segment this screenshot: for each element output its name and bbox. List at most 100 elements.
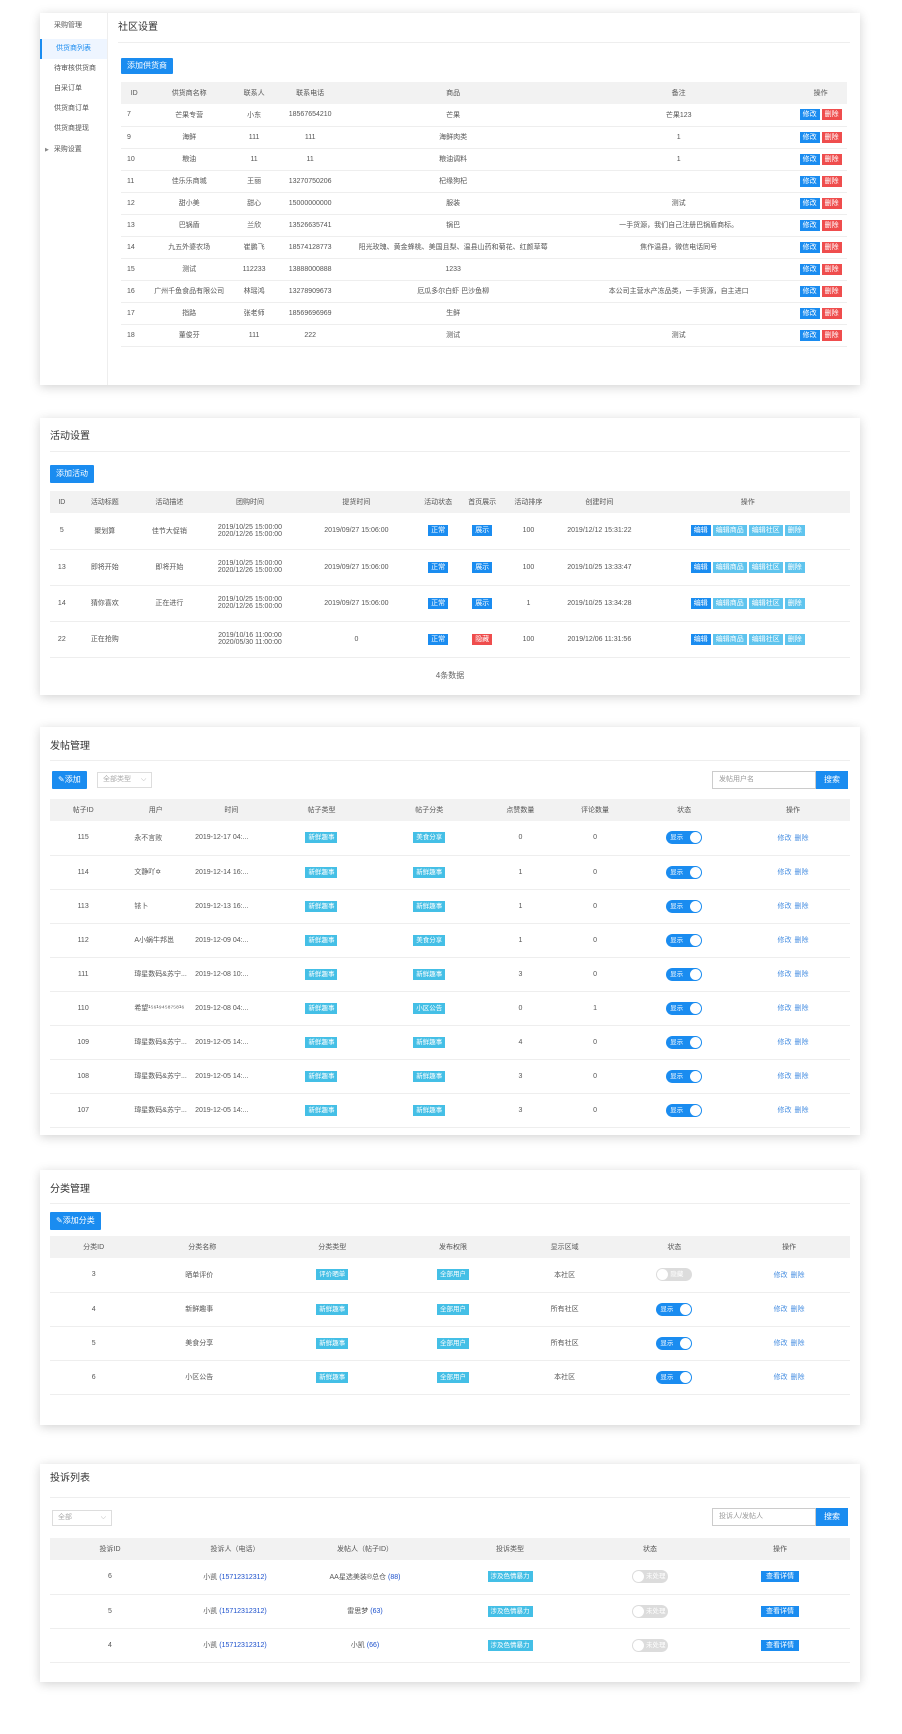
delete-button[interactable]: 删除 (784, 633, 805, 645)
post-search-button[interactable]: 搜索 (816, 771, 848, 789)
status-toggle[interactable]: 显示 (666, 933, 703, 947)
edit-button[interactable]: 修改 (799, 307, 820, 319)
poster-post-id[interactable]: (88) (388, 1574, 400, 1581)
edit-button[interactable]: 编辑 (690, 633, 711, 645)
status-toggle[interactable]: 显示 (666, 1069, 703, 1083)
add-post-button[interactable]: ✎添加 (52, 771, 87, 789)
edit-link[interactable]: 修改 (777, 835, 791, 842)
edit-button[interactable]: 编辑 (690, 597, 711, 609)
sidebar-item[interactable]: 供货商列表 (40, 39, 107, 59)
delete-link[interactable]: 删除 (791, 1374, 805, 1381)
edit-link[interactable]: 修改 (777, 937, 791, 944)
delete-button[interactable]: 删除 (821, 109, 842, 121)
sidebar-item[interactable]: 供货商提现 (40, 119, 107, 139)
edit-button[interactable]: 修改 (799, 109, 820, 121)
status-toggle[interactable]: 显示 (666, 1035, 703, 1049)
edit-button[interactable]: 修改 (799, 131, 820, 143)
sidebar-group-purchase-settings[interactable]: ▶ 采购设置 (40, 139, 107, 161)
add-activity-button[interactable]: 添加活动 (50, 465, 94, 483)
edit-community-button[interactable]: 编辑社区 (748, 633, 783, 645)
sidebar-item[interactable]: 待审核供货商 (40, 59, 107, 79)
delete-button[interactable]: 删除 (821, 153, 842, 165)
edit-link[interactable]: 修改 (777, 869, 791, 876)
delete-link[interactable]: 删除 (794, 869, 808, 876)
edit-button[interactable]: 修改 (799, 263, 820, 275)
edit-button[interactable]: 编辑 (690, 561, 711, 573)
sidebar-item[interactable]: 自采订单 (40, 79, 107, 99)
sidebar-item[interactable]: 供货商订单 (40, 99, 107, 119)
complainant-phone[interactable]: (15712312312) (219, 1608, 267, 1615)
edit-community-button[interactable]: 编辑社区 (748, 525, 783, 537)
edit-link[interactable]: 修改 (774, 1306, 788, 1313)
edit-button[interactable]: 修改 (799, 241, 820, 253)
status-toggle[interactable]: 显示 (666, 1001, 703, 1015)
status-toggle[interactable]: 显示 (666, 899, 703, 913)
status-toggle[interactable]: 显示 (666, 831, 703, 845)
delete-link[interactable]: 删除 (794, 1039, 808, 1046)
delete-link[interactable]: 删除 (794, 1107, 808, 1114)
edit-link[interactable]: 修改 (777, 903, 791, 910)
edit-community-button[interactable]: 编辑社区 (748, 597, 783, 609)
status-toggle[interactable]: 显示 (666, 967, 703, 981)
edit-button[interactable]: 修改 (799, 219, 820, 231)
delete-link[interactable]: 删除 (791, 1272, 805, 1279)
delete-link[interactable]: 删除 (791, 1340, 805, 1347)
delete-button[interactable]: 删除 (784, 597, 805, 609)
edit-link[interactable]: 修改 (777, 1107, 791, 1114)
add-supplier-button[interactable]: 添加供货商 (121, 58, 173, 74)
edit-goods-button[interactable]: 编辑商品 (712, 597, 747, 609)
status-toggle[interactable]: 显示 (656, 1336, 693, 1350)
edit-goods-button[interactable]: 编辑商品 (712, 561, 747, 573)
status-toggle[interactable]: 隐藏 (656, 1268, 693, 1282)
complainant-phone[interactable]: (15712312312) (219, 1642, 267, 1649)
delete-button[interactable]: 删除 (821, 197, 842, 209)
edit-link[interactable]: 修改 (774, 1374, 788, 1381)
edit-link[interactable]: 修改 (777, 1073, 791, 1080)
delete-link[interactable]: 删除 (791, 1306, 805, 1313)
edit-link[interactable]: 修改 (777, 1039, 791, 1046)
status-toggle[interactable]: 未处理 (632, 1570, 668, 1584)
status-toggle[interactable]: 未处理 (632, 1604, 668, 1618)
status-toggle[interactable]: 显示 (656, 1370, 693, 1384)
complainant-phone[interactable]: (15712312312) (219, 1574, 267, 1581)
delete-link[interactable]: 删除 (794, 971, 808, 978)
edit-button[interactable]: 修改 (799, 285, 820, 297)
delete-button[interactable]: 删除 (821, 329, 842, 341)
delete-link[interactable]: 删除 (794, 1073, 808, 1080)
delete-link[interactable]: 删除 (794, 937, 808, 944)
edit-button[interactable]: 修改 (799, 197, 820, 209)
edit-button[interactable]: 修改 (799, 153, 820, 165)
delete-link[interactable]: 删除 (794, 903, 808, 910)
status-toggle[interactable]: 显示 (656, 1302, 693, 1316)
edit-button[interactable]: 修改 (799, 329, 820, 341)
edit-button[interactable]: 编辑 (690, 525, 711, 537)
delete-button[interactable]: 删除 (821, 241, 842, 253)
edit-link[interactable]: 修改 (774, 1272, 788, 1279)
delete-button[interactable]: 删除 (784, 525, 805, 537)
delete-button[interactable]: 删除 (821, 263, 842, 275)
complaint-filter-select[interactable]: 全部 ⌵ (52, 1510, 112, 1526)
edit-button[interactable]: 修改 (799, 175, 820, 187)
delete-link[interactable]: 删除 (794, 1005, 808, 1012)
complaint-search-button[interactable]: 搜索 (816, 1508, 848, 1526)
complaint-search-input[interactable]: 投诉人/发帖人 (712, 1508, 816, 1526)
delete-link[interactable]: 删除 (794, 835, 808, 842)
delete-button[interactable]: 删除 (821, 131, 842, 143)
poster-post-id[interactable]: (63) (370, 1608, 382, 1615)
delete-button[interactable]: 删除 (821, 175, 842, 187)
edit-link[interactable]: 修改 (777, 971, 791, 978)
view-details-button[interactable]: 查看详情 (761, 1605, 799, 1617)
edit-goods-button[interactable]: 编辑商品 (712, 525, 747, 537)
post-type-select[interactable]: 全部类型 ⌵ (97, 772, 153, 788)
delete-button[interactable]: 删除 (821, 219, 842, 231)
status-toggle[interactable]: 显示 (666, 865, 703, 879)
view-details-button[interactable]: 查看详情 (761, 1571, 799, 1583)
status-toggle[interactable]: 未处理 (632, 1638, 668, 1652)
add-category-button[interactable]: ✎添加分类 (50, 1212, 101, 1230)
edit-link[interactable]: 修改 (777, 1005, 791, 1012)
post-search-input[interactable]: 发帖用户名 (712, 771, 816, 789)
poster-post-id[interactable]: (66) (367, 1642, 379, 1649)
edit-goods-button[interactable]: 编辑商品 (712, 633, 747, 645)
delete-button[interactable]: 删除 (821, 307, 842, 319)
delete-button[interactable]: 删除 (784, 561, 805, 573)
